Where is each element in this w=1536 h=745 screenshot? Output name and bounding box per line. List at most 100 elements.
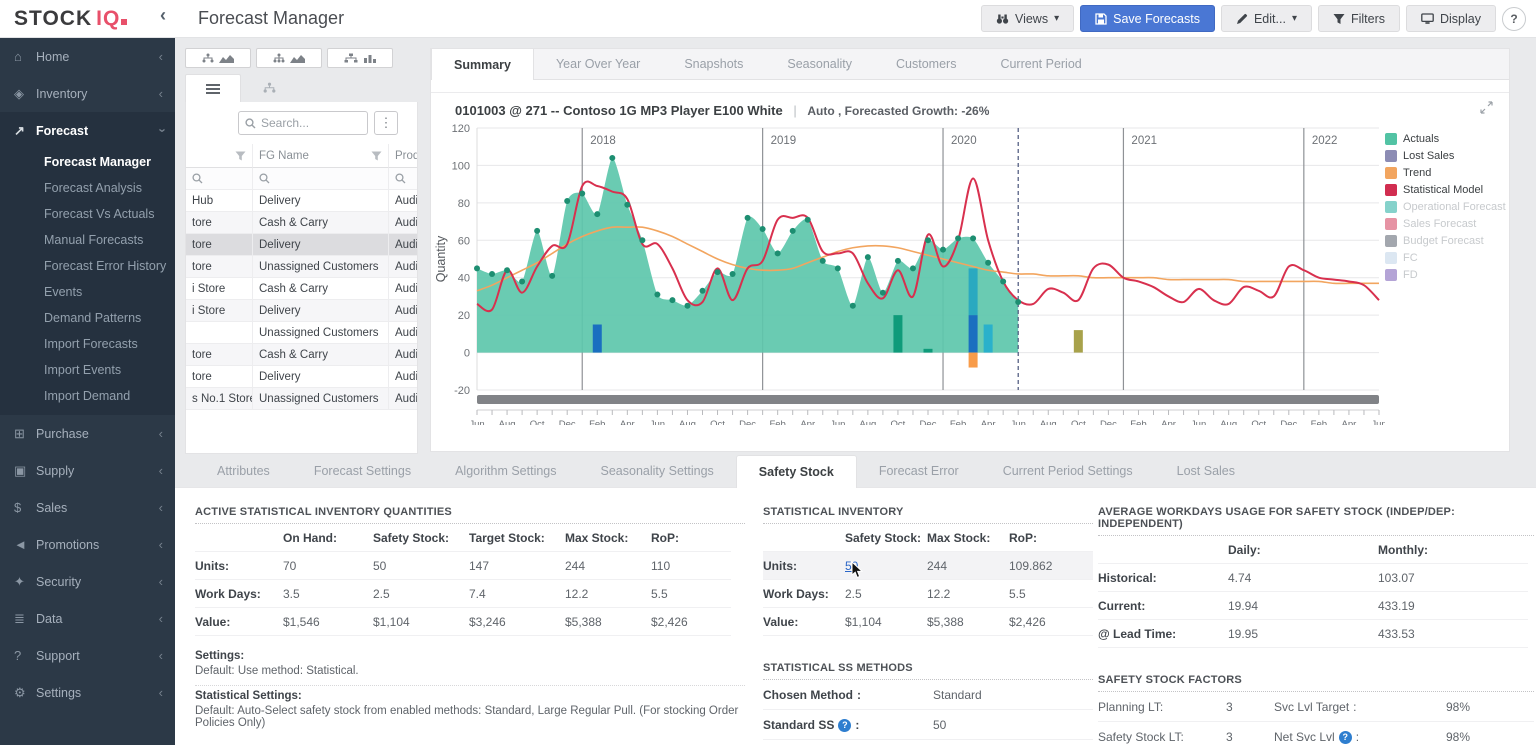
sidebar-item-home[interactable]: ⌂ Home ‹ (0, 38, 175, 75)
views-button[interactable]: Views ▾ (981, 5, 1074, 32)
tab-snapshots[interactable]: Snapshots (662, 49, 765, 79)
grid-view-tabs (185, 74, 418, 102)
sidebar-item-sales[interactable]: $ Sales ‹ (0, 489, 175, 526)
view-toggle-tree-chart-2[interactable] (256, 48, 322, 68)
legend-item-statistical-model[interactable]: Statistical Model (1385, 181, 1503, 198)
sidebar-item-events[interactable]: Events (0, 279, 175, 305)
tab-year-over-year[interactable]: Year Over Year (534, 49, 662, 79)
sidebar-item-promotions[interactable]: ◄ Promotions ‹ (0, 526, 175, 563)
legend-item-operational-forecast[interactable]: Operational Forecast (1385, 198, 1503, 215)
view-toggle-tree-chart-1[interactable] (185, 48, 251, 68)
home-icon: ⌂ (14, 49, 36, 64)
search-input[interactable] (261, 116, 353, 130)
svg-text:Apr: Apr (620, 419, 635, 425)
legend-swatch (1385, 269, 1397, 281)
save-icon (1095, 13, 1107, 25)
sidebar-item-support[interactable]: ? Support ‹ (0, 637, 175, 674)
sidebar-item-label: Data (36, 612, 159, 626)
table-row[interactable]: i StoreCash & CarryAudio (186, 278, 418, 300)
grid-options-kebab-button[interactable]: ⋮ (374, 111, 398, 135)
table-row[interactable]: s No.1 StoreUnassigned CustomersAudio (186, 388, 418, 410)
sidebar-item-forecast-analysis[interactable]: Forecast Analysis (0, 175, 175, 201)
detail-tabs: Attributes Forecast Settings Algorithm S… (175, 455, 1536, 487)
cell-value: 19.94 (1228, 592, 1378, 620)
sidebar-item-purchase[interactable]: ⊞ Purchase ‹ (0, 415, 175, 452)
sidebar-item-supply[interactable]: ▣ Supply ‹ (0, 452, 175, 489)
legend-item-trend[interactable]: Trend (1385, 164, 1503, 181)
legend-item-actuals[interactable]: Actuals (1385, 130, 1503, 147)
expand-chart-icon[interactable] (1480, 101, 1493, 117)
help-icon[interactable]: ? (1339, 731, 1352, 744)
help-button[interactable]: ? (1502, 7, 1526, 31)
tab-current-period-settings[interactable]: Current Period Settings (981, 455, 1155, 487)
safety-stock-units-link[interactable]: 50 (845, 559, 858, 573)
help-icon[interactable]: ? (838, 719, 851, 732)
tab-summary[interactable]: Summary (431, 49, 534, 80)
sidebar-item-security[interactable]: ✦ Security ‹ (0, 563, 175, 600)
tab-algorithm-settings[interactable]: Algorithm Settings (433, 455, 578, 487)
tab-seasonality[interactable]: Seasonality (765, 49, 874, 79)
legend-item-fd[interactable]: FD (1385, 266, 1503, 283)
table-row-selected[interactable]: toreDeliveryAudio (186, 234, 418, 256)
sidebar-item-inventory[interactable]: ◈ Inventory ‹ (0, 75, 175, 112)
sidebar-item-import-events[interactable]: Import Events (0, 357, 175, 383)
legend-item-lost-sales[interactable]: Lost Sales (1385, 147, 1503, 164)
svg-text:Aug: Aug (499, 419, 516, 425)
sidebar-item-import-demand[interactable]: Import Demand (0, 383, 175, 409)
tab-hierarchy-view[interactable] (241, 74, 297, 102)
tab-list-view[interactable] (185, 74, 241, 102)
cell-value: 98% (1446, 730, 1532, 744)
view-toggle-tree-chart-3[interactable] (327, 48, 393, 68)
display-button[interactable]: Display (1406, 5, 1496, 32)
tab-safety-stock[interactable]: Safety Stock (736, 455, 857, 488)
table-row[interactable]: i StoreDeliveryAudio (186, 300, 418, 322)
svg-text:Apr: Apr (981, 419, 996, 425)
tab-customers[interactable]: Customers (874, 49, 978, 79)
tab-forecast-error[interactable]: Forecast Error (857, 455, 981, 487)
sidebar-item-data[interactable]: ≣ Data ‹ (0, 600, 175, 637)
cell-value: $1,104 (845, 608, 927, 636)
sidebar-item-demand-patterns[interactable]: Demand Patterns (0, 305, 175, 331)
tab-seasonality-settings[interactable]: Seasonality Settings (579, 455, 736, 487)
row-label: Historical: (1098, 564, 1228, 592)
column-filter-input[interactable] (389, 168, 418, 190)
sidebar-item-settings[interactable]: ⚙ Settings ‹ (0, 674, 175, 711)
column-header-product-category[interactable]: Product C (389, 144, 418, 168)
sidebar-item-manual-forecasts[interactable]: Manual Forecasts (0, 227, 175, 253)
table-row[interactable]: Unassigned CustomersAudio (186, 322, 418, 344)
table-row[interactable]: toreUnassigned CustomersAudio (186, 256, 418, 278)
legend-item-fc[interactable]: FC (1385, 249, 1503, 266)
sidebar-collapse-button[interactable]: ‹ (160, 5, 166, 26)
filters-button[interactable]: Filters (1318, 5, 1400, 32)
legend-item-budget-forecast[interactable]: Budget Forecast (1385, 232, 1503, 249)
top-header: STOCKIQ ‹ Forecast Manager Views ▾ Save … (0, 0, 1536, 38)
sidebar-item-forecast-manager[interactable]: Forecast Manager (0, 149, 175, 175)
cell-value: $3,246 (469, 608, 565, 636)
column-filter-input[interactable] (253, 168, 389, 190)
forecast-chart[interactable]: -20020406080100120Quantity20182019202020… (433, 120, 1385, 425)
sidebar-item-forecast-error-history[interactable]: Forecast Error History (0, 253, 175, 279)
tab-attributes[interactable]: Attributes (195, 455, 292, 487)
sidebar-item-import-forecasts[interactable]: Import Forecasts (0, 331, 175, 357)
sidebar-item-label: Supply (36, 464, 159, 478)
tab-lost-sales[interactable]: Lost Sales (1155, 455, 1257, 487)
table-row[interactable]: toreDeliveryAudio (186, 366, 418, 388)
column-filter-input[interactable] (186, 168, 253, 190)
tab-current-period[interactable]: Current Period (978, 49, 1103, 79)
tab-forecast-settings[interactable]: Forecast Settings (292, 455, 433, 487)
edit-button[interactable]: Edit... ▾ (1221, 5, 1312, 32)
table-row[interactable]: toreCash & CarryAudio (186, 344, 418, 366)
grid-search-box[interactable] (238, 111, 368, 135)
svg-text:Oct: Oct (710, 419, 725, 425)
sidebar-item-forecast[interactable]: ↗ Forecast ‹ (0, 112, 175, 149)
table-row[interactable]: toreCash & CarryAudio (186, 212, 418, 234)
column-header[interactable] (186, 144, 253, 168)
svg-text:Dec: Dec (920, 419, 937, 425)
column-header-fg-name[interactable]: FG Name (253, 144, 389, 168)
col-header: RoP: (1009, 524, 1093, 552)
table-row[interactable]: HubDeliveryAudio (186, 190, 418, 212)
app-root: STOCKIQ ‹ Forecast Manager Views ▾ Save … (0, 0, 1536, 745)
legend-item-sales-forecast[interactable]: Sales Forecast (1385, 215, 1503, 232)
sidebar-item-forecast-vs-actuals[interactable]: Forecast Vs Actuals (0, 201, 175, 227)
save-forecasts-button[interactable]: Save Forecasts (1080, 5, 1215, 32)
